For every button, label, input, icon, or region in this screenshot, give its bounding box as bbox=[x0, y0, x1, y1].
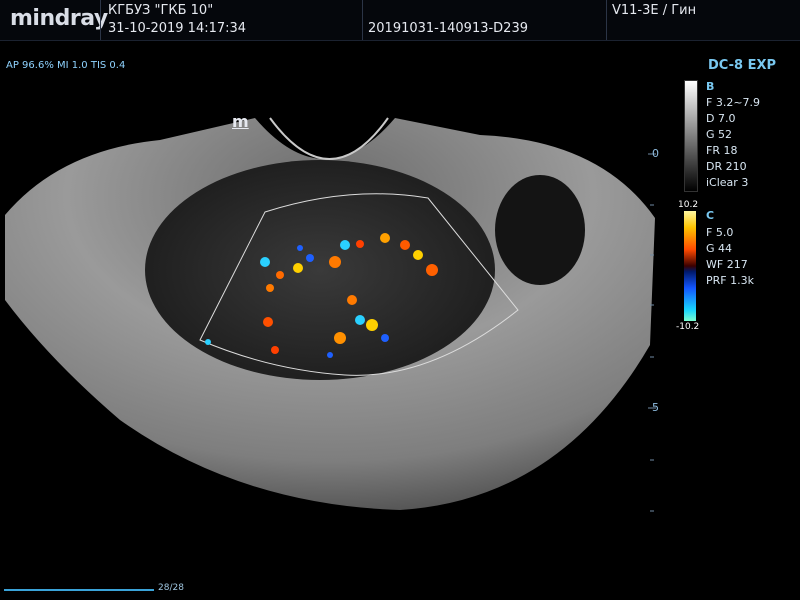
divider bbox=[100, 0, 101, 40]
color-param[interactable]: PRF 1.3k bbox=[706, 274, 754, 287]
color-scale-max: 10.2 bbox=[678, 200, 699, 210]
bmode-header: B bbox=[706, 80, 715, 93]
bmode-param[interactable]: D 7.0 bbox=[706, 112, 735, 125]
depth-label-0: 0 bbox=[652, 147, 659, 160]
bmode-param[interactable]: iClear 3 bbox=[706, 176, 748, 189]
top-bar: mindray КГБУЗ "ГКБ 10" 31-10-2019 14:17:… bbox=[0, 0, 800, 41]
color-param[interactable]: G 44 bbox=[706, 242, 732, 255]
fluid-region bbox=[495, 175, 585, 285]
bmode-param[interactable]: F 3.2~7.9 bbox=[706, 96, 760, 109]
divider bbox=[606, 0, 607, 40]
bmode-param[interactable]: G 52 bbox=[706, 128, 732, 141]
cine-progress-bar[interactable] bbox=[4, 589, 154, 591]
cine-frame-counter: 28/28 bbox=[158, 583, 184, 593]
brand-logo: mindray bbox=[10, 6, 108, 31]
study-id: 20191031-140913-D239 bbox=[368, 21, 528, 36]
hospital-name: КГБУЗ "ГКБ 10" bbox=[108, 3, 214, 18]
bmode-param[interactable]: DR 210 bbox=[706, 160, 747, 173]
color-scale-min: -10.2 bbox=[676, 322, 700, 332]
color-param[interactable]: F 5.0 bbox=[706, 226, 733, 239]
divider bbox=[362, 0, 363, 40]
organ-region bbox=[145, 160, 495, 380]
orientation-marker-icon: m bbox=[232, 112, 249, 131]
color-header: C bbox=[706, 209, 715, 222]
depth-label-5: 5 bbox=[652, 401, 659, 414]
probe-mode: V11-3E / Гин bbox=[612, 3, 697, 18]
grayscale-bar bbox=[684, 80, 698, 192]
color-param[interactable]: WF 217 bbox=[706, 258, 748, 271]
exam-datetime: 31-10-2019 14:17:34 bbox=[108, 21, 247, 36]
exam-preset[interactable]: DC-8 EXP bbox=[708, 58, 776, 73]
bmode-param[interactable]: FR 18 bbox=[706, 144, 737, 157]
parameter-panel: DC-8 EXP B F 3.2~7.9 D 7.0 G 52 FR 18 DR… bbox=[676, 58, 800, 358]
color-scale-bar bbox=[684, 211, 696, 321]
